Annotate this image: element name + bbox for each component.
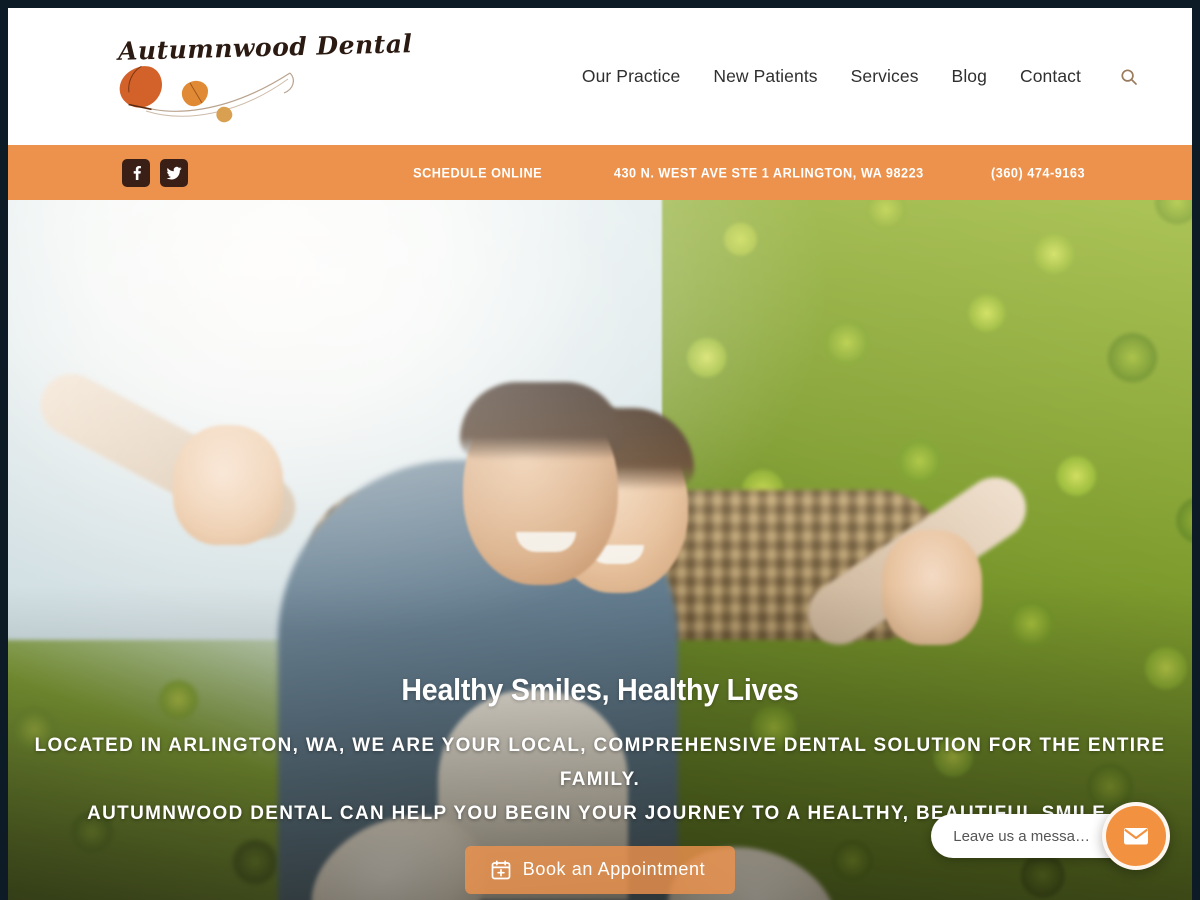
hero-title: Healthy Smiles, Healthy Lives (401, 672, 799, 707)
nav-item-services[interactable]: Services (851, 66, 919, 87)
site-logo[interactable]: Autumnwood Dental (112, 29, 413, 124)
nav-item-blog[interactable]: Blog (952, 66, 987, 87)
book-appointment-button[interactable]: Book an Appointment (464, 846, 736, 894)
autumn-leaves-icon (119, 65, 294, 123)
site-header: Autumnwood Dental Our Practice New Patie… (8, 8, 1192, 145)
twitter-glyph (166, 166, 182, 179)
browser-page-frame: Autumnwood Dental Our Practice New Patie… (0, 0, 1200, 900)
practice-address: 430 N. WEST AVE STE 1 ARLINGTON, WA 9822… (614, 165, 925, 180)
hero-hand-left (173, 425, 283, 545)
search-glyph (1121, 68, 1137, 85)
hero-subtitle-line-1: LOCATED IN ARLINGTON, WA, WE ARE YOUR LO… (34, 734, 1166, 790)
book-appointment-label: Book an Appointment (522, 859, 706, 879)
facebook-icon[interactable] (122, 158, 150, 187)
hero-hand-right (882, 530, 982, 645)
info-bar-items: SCHEDULE ONLINE 430 N. WEST AVE STE 1 AR… (409, 165, 1088, 180)
search-icon[interactable] (1118, 66, 1140, 88)
chat-widget: Leave us a messa… (931, 802, 1170, 870)
facebook-glyph (133, 165, 141, 180)
nav-item-our-practice[interactable]: Our Practice (582, 66, 680, 87)
twitter-icon[interactable] (160, 158, 188, 187)
chat-envelope-button[interactable] (1102, 802, 1170, 870)
hero-man-hair (460, 382, 622, 460)
nav-item-contact[interactable]: Contact (1020, 66, 1081, 87)
schedule-online-link[interactable]: SCHEDULE ONLINE (413, 165, 542, 180)
practice-phone[interactable]: (360) 474-9163 (991, 165, 1085, 180)
nav-item-new-patients[interactable]: New Patients (713, 66, 817, 87)
envelope-icon (1124, 828, 1148, 845)
contact-info-bar: SCHEDULE ONLINE 430 N. WEST AVE STE 1 AR… (8, 145, 1192, 200)
hero-section: Healthy Smiles, Healthy Lives LOCATED IN… (8, 200, 1192, 900)
main-navigation: Our Practice New Patients Services Blog … (582, 66, 1140, 88)
calendar-plus-icon (491, 859, 511, 879)
page-viewport: Autumnwood Dental Our Practice New Patie… (8, 8, 1192, 900)
social-links (122, 158, 188, 187)
